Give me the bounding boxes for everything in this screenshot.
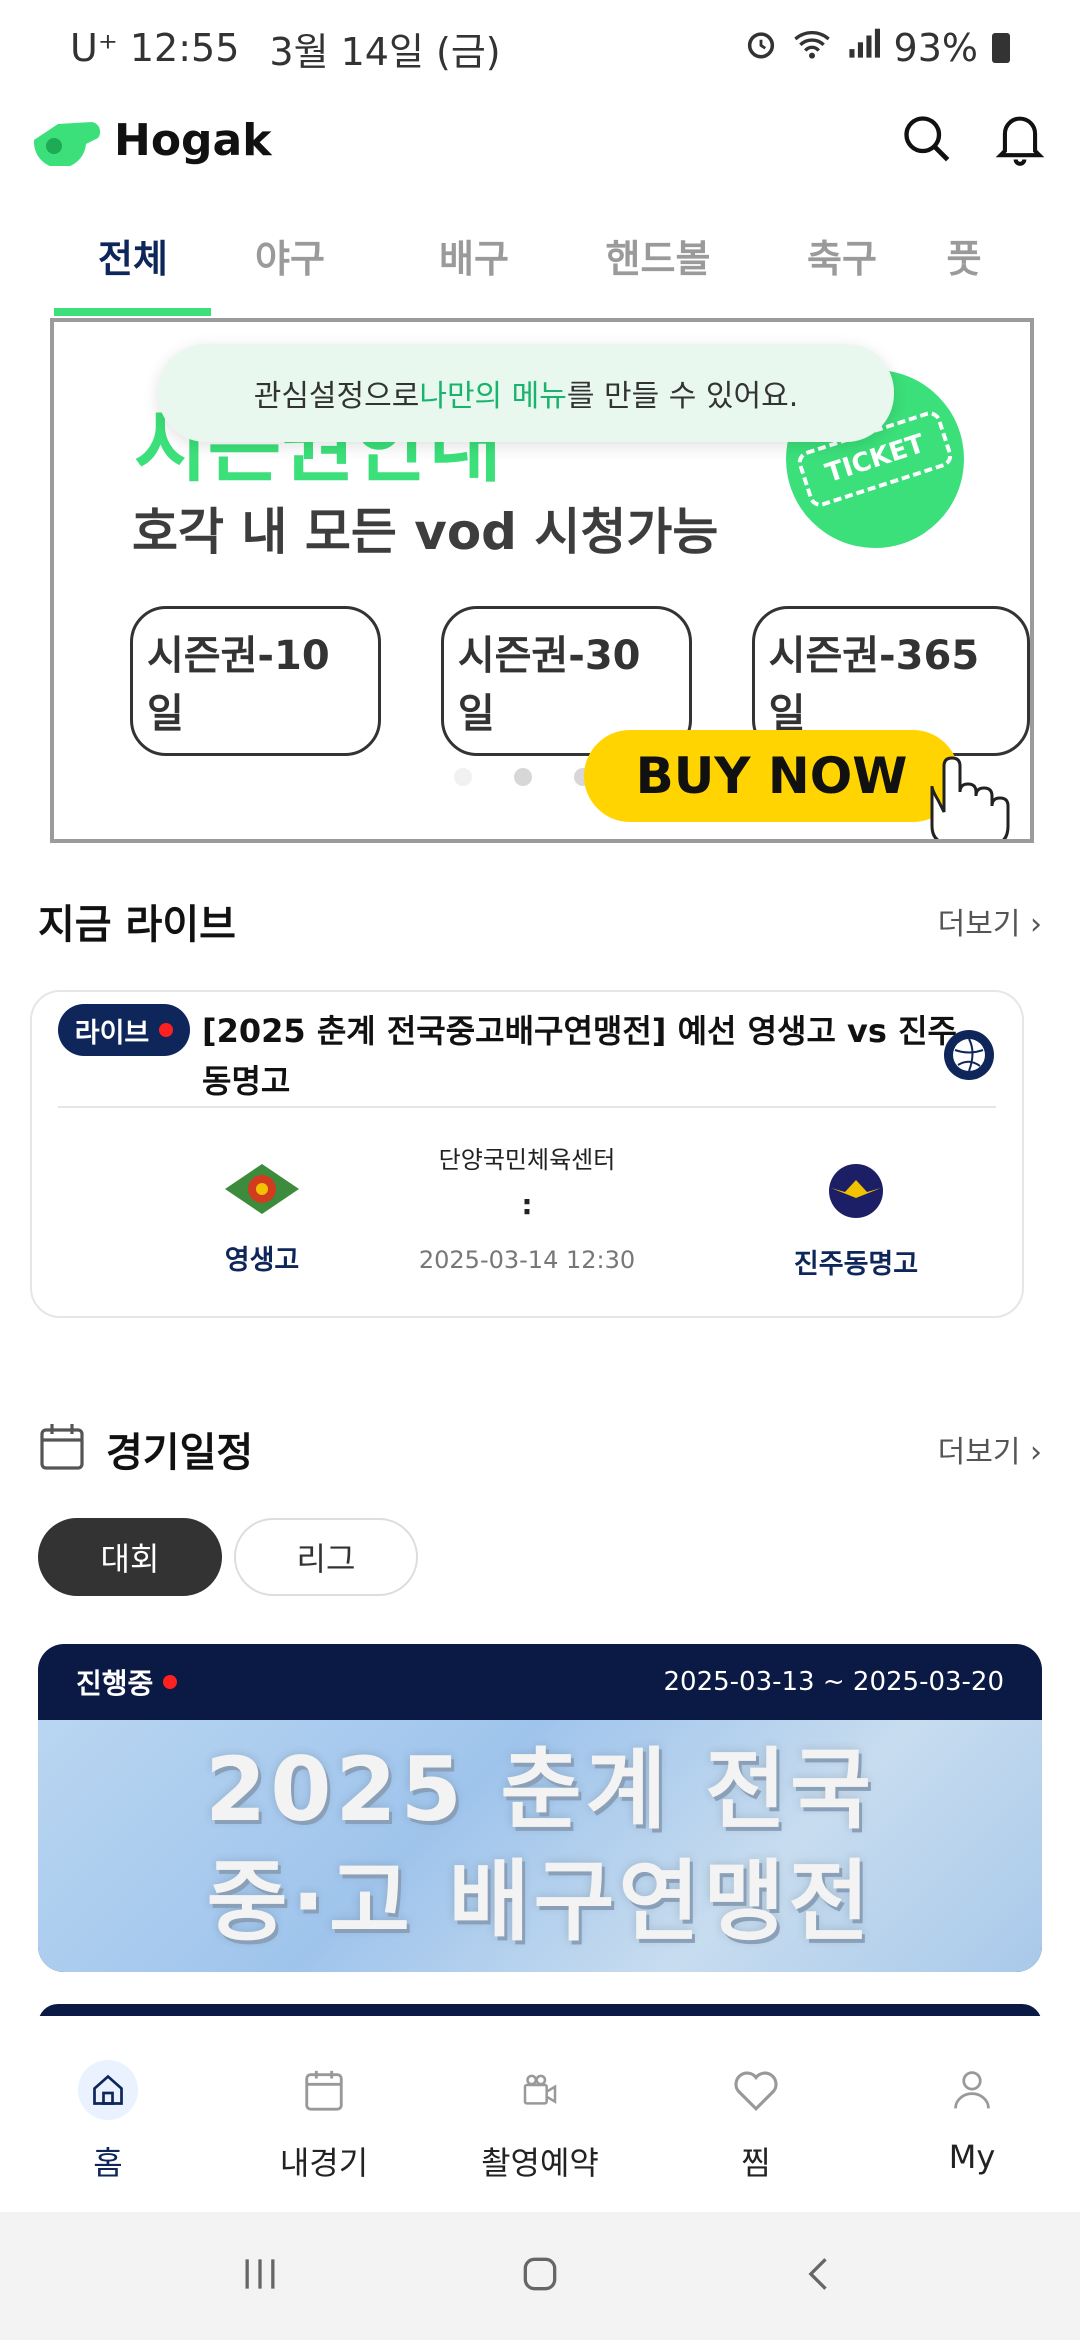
signal-icon	[846, 26, 880, 70]
calendar-icon	[38, 1422, 86, 1476]
nav-home-label: 홈	[93, 2144, 123, 2182]
nav-my-games[interactable]: 내경기	[216, 2016, 432, 2212]
poster-text-line2: 중·고 배구연맹전	[206, 1850, 874, 1953]
app-name: Hogak	[114, 114, 272, 166]
status-date: 3월 14일 (금)	[269, 29, 501, 74]
tab-handball[interactable]: 핸드볼	[566, 210, 750, 320]
chevron-right-icon: ›	[1030, 907, 1042, 942]
live-match-title: [2025 춘계 전국중고배구연맹전] 예선 영생고 vs 진주동명고	[202, 1012, 957, 1100]
battery-icon	[992, 33, 1010, 63]
tooltip-text-pre: 관심설정으로	[253, 379, 420, 414]
away-team-emblem-icon	[817, 1164, 895, 1224]
tab-soccer[interactable]: 축구	[750, 210, 934, 320]
recent-apps-icon[interactable]	[238, 2252, 282, 2300]
calendar-icon	[294, 2060, 354, 2120]
carrier-label: U⁺	[70, 26, 118, 70]
nav-favorites[interactable]: 찜	[648, 2016, 864, 2212]
volleyball-icon	[944, 1030, 994, 1080]
tooltip-text-post: 를 만들 수 있어요.	[566, 379, 799, 414]
status-bar: U⁺ 12:55 3월 14일 (금) 93%	[0, 0, 1080, 96]
live-dot-icon	[159, 1023, 174, 1037]
match-venue: 단양국민체육센터	[438, 1146, 616, 1174]
heart-icon	[726, 2060, 786, 2120]
live-badge: 라이브	[58, 1004, 190, 1056]
tournament-date-range: 2025-03-13 ~ 2025-03-20	[663, 1667, 1004, 1697]
carousel-dot[interactable]	[454, 768, 472, 786]
camera-icon	[510, 2060, 570, 2120]
back-icon[interactable]	[798, 2252, 842, 2300]
chevron-right-icon: ›	[1030, 1435, 1042, 1470]
sport-tabs: 전체 야구 배구 핸드볼 축구 풋	[0, 210, 1080, 320]
tab-futsal[interactable]: 풋	[934, 210, 994, 320]
tournament-status: 진행중	[76, 1662, 178, 1702]
system-navigation-bar	[0, 2212, 1080, 2340]
schedule-section-title: 경기일정	[106, 1430, 254, 1476]
live-section-title: 지금 라이브	[38, 902, 236, 948]
schedule-segmented-control: 대회 리그	[38, 1518, 418, 1596]
status-dot-icon	[163, 1675, 178, 1689]
nav-my-games-label: 내경기	[279, 2144, 369, 2182]
home-team-emblem-icon	[223, 1164, 301, 1220]
more-label: 더보기	[937, 1435, 1021, 1470]
card-divider	[58, 1106, 996, 1108]
buy-now-button[interactable]: BUY NOW	[584, 730, 959, 822]
home-system-icon[interactable]	[518, 2252, 562, 2300]
tab-baseball[interactable]: 야구	[198, 210, 382, 320]
tournament-poster: 2025 춘계 전국 중·고 배구연맹전	[38, 1720, 1042, 1972]
segment-tournament[interactable]: 대회	[38, 1518, 222, 1596]
schedule-more-link[interactable]: 더보기 ›	[938, 1427, 1042, 1471]
search-button[interactable]	[894, 108, 958, 172]
bottom-navigation: 홈 내경기 촬영예약 찜 My	[0, 2016, 1080, 2212]
search-icon	[900, 112, 952, 168]
tournament-status-label: 진행중	[76, 1667, 154, 1700]
nav-booking-label: 촬영예약	[481, 2144, 599, 2182]
pointer-hand-icon	[912, 756, 1022, 839]
notification-button[interactable]	[988, 108, 1052, 172]
tournament-card[interactable]: 진행중 2025-03-13 ~ 2025-03-20 2025 춘계 전국 중…	[38, 1644, 1042, 1972]
banner-subtitle: 호각 내 모든 vod 시청가능	[132, 503, 719, 561]
nav-favorites-label: 찜	[741, 2144, 771, 2182]
wifi-icon	[792, 26, 832, 70]
interest-tooltip[interactable]: 관심설정으로 나만의 메뉴 를 만들 수 있어요.	[158, 344, 894, 442]
alarm-icon	[744, 26, 778, 70]
away-team-name: 진주동명고	[793, 1249, 919, 1280]
user-icon	[942, 2060, 1002, 2120]
whistle-icon	[28, 110, 104, 170]
poster-text-line1: 2025 춘계 전국	[204, 1738, 876, 1841]
nav-my-label: My	[948, 2138, 996, 2176]
tab-all[interactable]: 전체	[54, 210, 211, 320]
clock: 12:55	[129, 26, 240, 70]
match-datetime: 2025-03-14 12:30	[418, 1246, 636, 1274]
battery-percent: 93%	[893, 26, 978, 70]
live-match-card[interactable]: 라이브 [2025 춘계 전국중고배구연맹전] 예선 영생고 vs 진주동명고 …	[30, 990, 1024, 1318]
nav-home[interactable]: 홈	[0, 2016, 216, 2212]
live-section-header: 지금 라이브 더보기 ›	[38, 892, 1042, 950]
nav-booking[interactable]: 촬영예약	[432, 2016, 648, 2212]
live-more-link[interactable]: 더보기 ›	[938, 899, 1042, 943]
nav-my[interactable]: My	[864, 2016, 1080, 2212]
app-logo[interactable]: Hogak	[28, 110, 272, 170]
pass-10-days[interactable]: 시즌권-10일	[130, 606, 381, 756]
live-badge-label: 라이브	[74, 1017, 150, 1049]
app-header: Hogak	[0, 100, 1080, 180]
carousel-dot[interactable]	[514, 768, 532, 786]
more-label: 더보기	[937, 907, 1021, 942]
segment-league[interactable]: 리그	[234, 1518, 418, 1596]
match-score: :	[521, 1188, 533, 1221]
bell-icon	[994, 110, 1046, 170]
tooltip-highlight: 나만의 메뉴	[419, 379, 567, 414]
tab-volleyball[interactable]: 배구	[382, 210, 566, 320]
tournament-card-header: 진행중 2025-03-13 ~ 2025-03-20	[38, 1644, 1042, 1720]
home-team: 영생고	[162, 1162, 362, 1277]
schedule-section-header: 경기일정 더보기 ›	[38, 1420, 1042, 1478]
home-team-name: 영생고	[224, 1245, 300, 1276]
away-team: 진주동명고	[756, 1162, 956, 1281]
home-icon	[78, 2060, 138, 2120]
